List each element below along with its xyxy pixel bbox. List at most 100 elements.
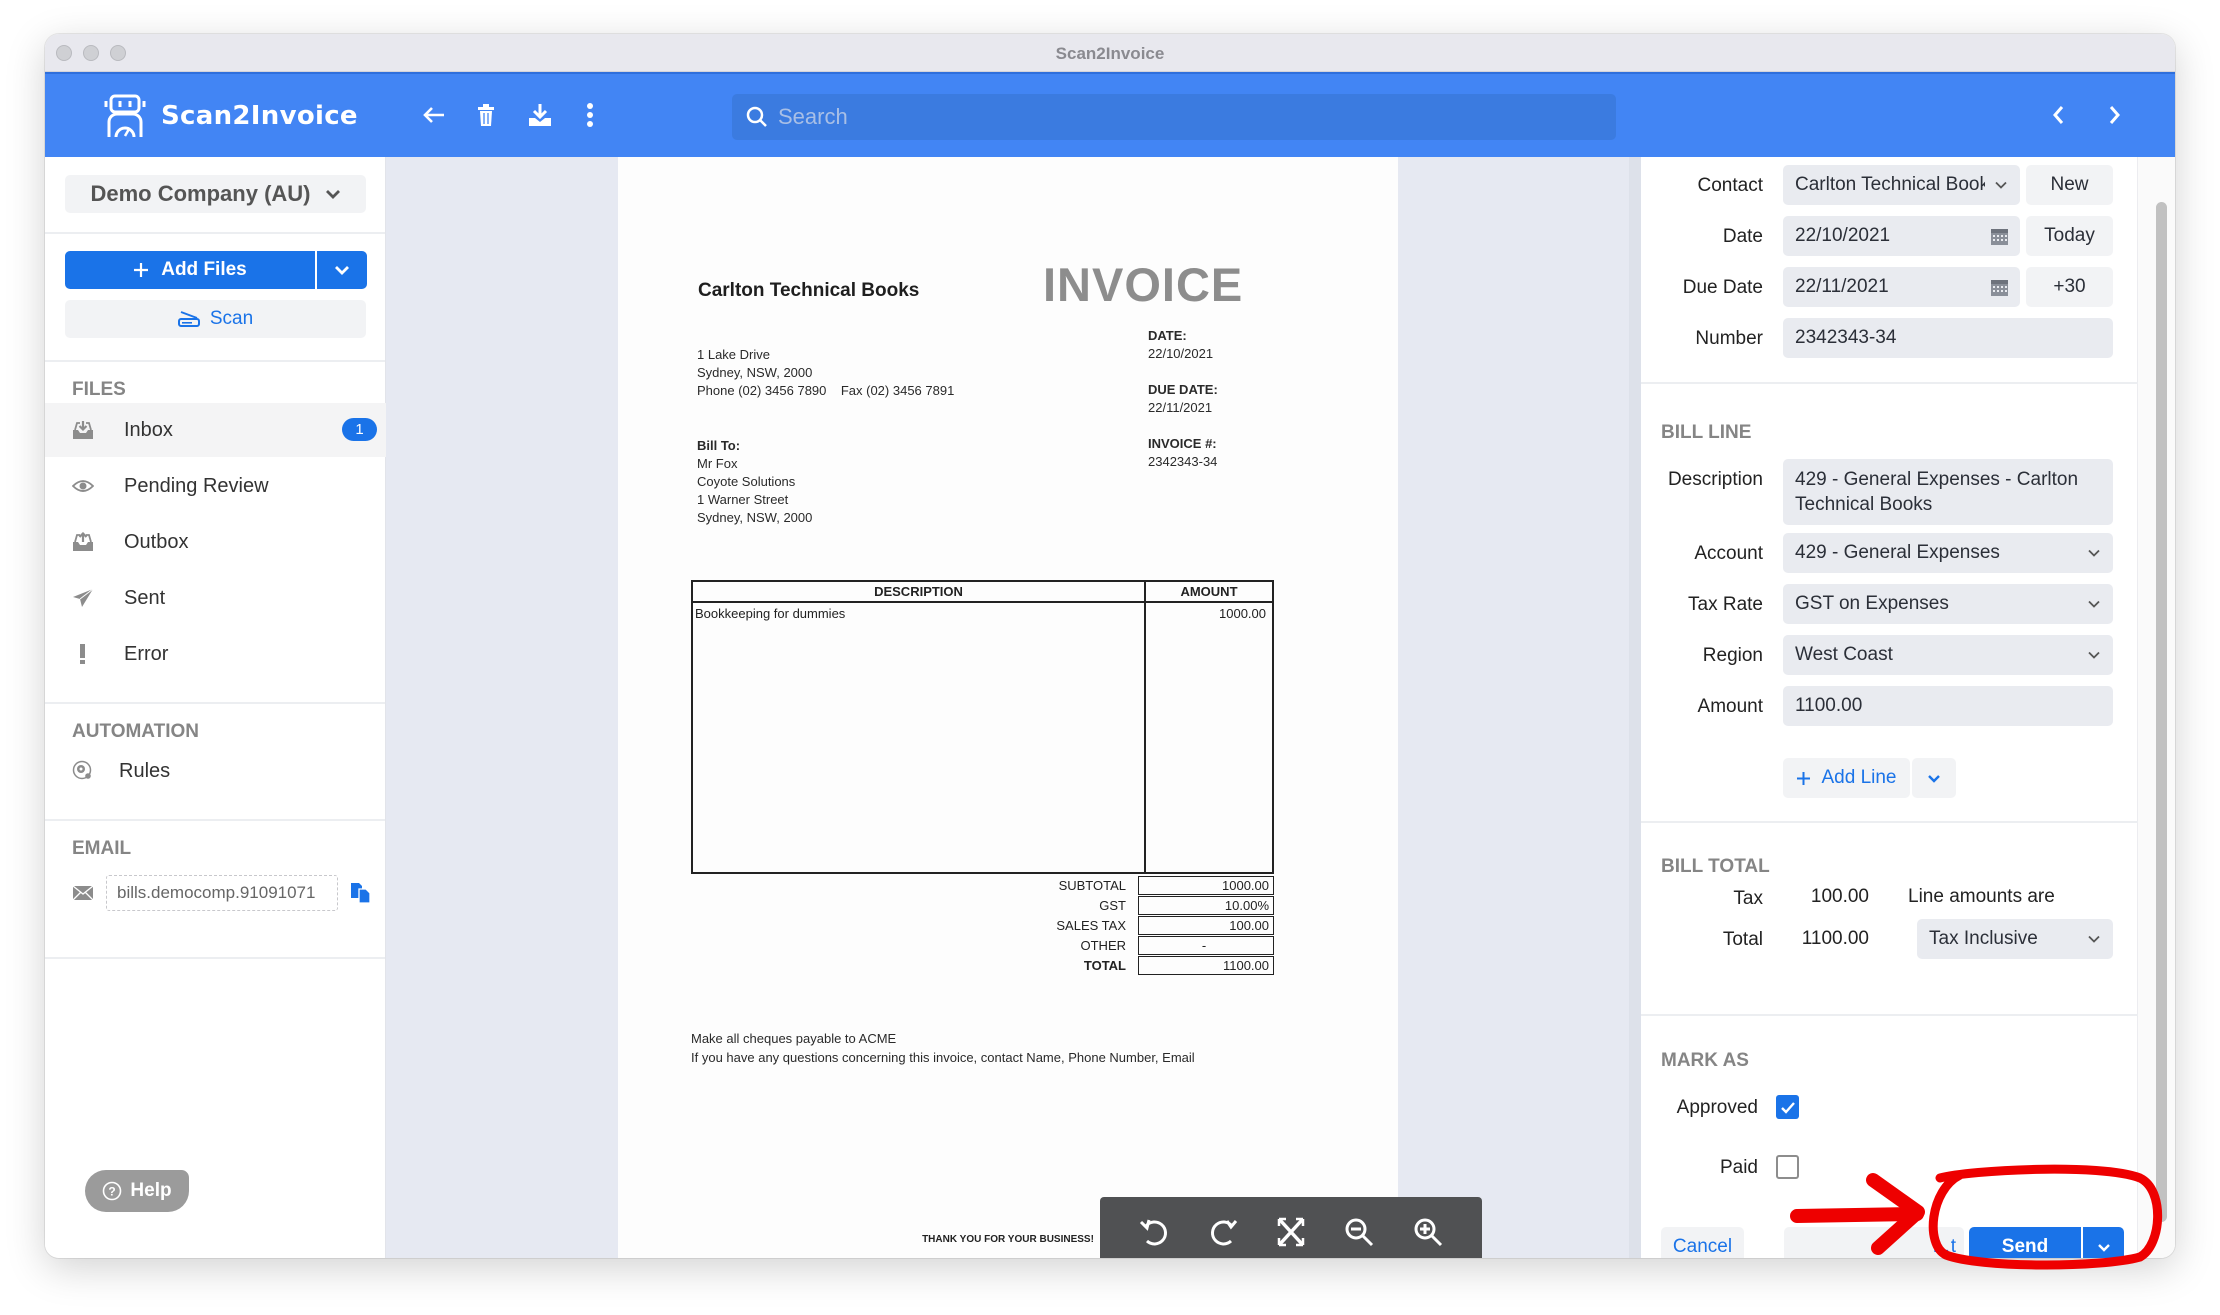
rotate-left-icon[interactable] bbox=[1134, 1212, 1174, 1252]
send-button[interactable]: Send bbox=[1969, 1227, 2081, 1258]
date-label: Date bbox=[1722, 226, 1763, 247]
doc-total-label: OTHER bbox=[1080, 937, 1127, 953]
search-bar[interactable] bbox=[732, 94, 1616, 140]
secondary-action-button[interactable]: …t bbox=[1784, 1227, 1964, 1258]
add-files-dropdown-button[interactable] bbox=[315, 251, 367, 289]
trash-icon[interactable] bbox=[471, 100, 501, 130]
date-value: 22/10/2021 bbox=[1795, 225, 1891, 246]
search-input[interactable] bbox=[778, 104, 1578, 130]
doc-note-line: If you have any questions concerning thi… bbox=[691, 1050, 1195, 1065]
email-section-title: EMAIL bbox=[72, 838, 132, 859]
doc-due-date-label: DUE DATE: bbox=[1148, 382, 1218, 397]
approved-label: Approved bbox=[1676, 1097, 1758, 1118]
due-date-input[interactable]: 22/11/2021 bbox=[1783, 267, 2020, 307]
sidebar-item-pending-review[interactable]: Pending Review bbox=[45, 459, 386, 513]
description-input[interactable]: 429 - General Expenses - Carlton Technic… bbox=[1783, 459, 2113, 525]
tax-rate-select[interactable]: GST on Expenses bbox=[1783, 584, 2113, 624]
sidebar-item-label: Sent bbox=[124, 586, 166, 609]
today-button[interactable]: Today bbox=[2026, 216, 2113, 256]
fit-expand-icon[interactable] bbox=[1271, 1212, 1311, 1252]
region-value: West Coast bbox=[1795, 644, 1893, 665]
divider bbox=[45, 819, 385, 821]
scan-label: Scan bbox=[209, 308, 254, 329]
chevron-down-icon bbox=[2088, 549, 2100, 557]
doc-header-description: DESCRIPTION bbox=[693, 582, 1146, 601]
cancel-button[interactable]: Cancel bbox=[1661, 1227, 1744, 1258]
company-name: Demo Company (AU) bbox=[90, 181, 311, 206]
zoom-out-icon[interactable] bbox=[1339, 1212, 1379, 1252]
send-split-button: Send bbox=[1969, 1227, 2124, 1258]
add-files-split-button: Add Files bbox=[65, 251, 367, 289]
doc-company-name: Carlton Technical Books bbox=[698, 280, 920, 301]
sidebar-item-sent[interactable]: Sent bbox=[45, 571, 386, 625]
chevron-right-icon[interactable] bbox=[2100, 100, 2130, 130]
sidebar-item-error[interactable]: Error bbox=[45, 627, 386, 681]
doc-line-description: Bookkeeping for dummies bbox=[693, 603, 1146, 872]
doc-bill-to: Bill To: Mr Fox Coyote Solutions 1 Warne… bbox=[697, 437, 812, 527]
scanner-icon bbox=[177, 311, 200, 327]
add-line-dropdown-button[interactable] bbox=[1912, 758, 1956, 798]
help-button[interactable]: ? Help bbox=[85, 1170, 189, 1212]
contact-select[interactable]: Carlton Technical Books bbox=[1783, 165, 2020, 205]
back-arrow-icon[interactable] bbox=[419, 100, 449, 130]
contact-value: Carlton Technical Books bbox=[1795, 174, 1985, 195]
region-select[interactable]: West Coast bbox=[1783, 635, 2113, 675]
app-header: Scan2Invoice bbox=[45, 72, 2175, 157]
calendar-icon[interactable] bbox=[1991, 227, 2008, 245]
zoom-in-icon[interactable] bbox=[1408, 1212, 1448, 1252]
sidebar-item-label: Inbox bbox=[124, 418, 173, 441]
add-files-button[interactable]: Add Files bbox=[65, 251, 315, 289]
checkmark-icon bbox=[1780, 1101, 1795, 1114]
approved-checkbox[interactable] bbox=[1776, 1095, 1799, 1119]
form-scrollbar[interactable] bbox=[2138, 157, 2175, 1258]
new-contact-button[interactable]: New bbox=[2026, 165, 2113, 205]
files-section-title: FILES bbox=[72, 379, 126, 400]
svg-text:?: ? bbox=[109, 1185, 116, 1199]
scan-button[interactable]: Scan bbox=[65, 300, 366, 338]
rotate-right-icon[interactable] bbox=[1203, 1212, 1243, 1252]
doc-bill-to-line: Sydney, NSW, 2000 bbox=[697, 510, 813, 525]
paid-checkbox[interactable] bbox=[1776, 1155, 1799, 1179]
doc-total-label: GST bbox=[1099, 897, 1126, 913]
more-vertical-icon[interactable] bbox=[575, 100, 605, 130]
download-icon[interactable] bbox=[525, 100, 555, 130]
email-address-field[interactable]: bills.democomp.91091071 bbox=[106, 875, 338, 911]
question-circle-icon: ? bbox=[103, 1181, 122, 1201]
add-line-label: Add Line bbox=[1821, 767, 1897, 788]
sidebar-item-label: Error bbox=[124, 642, 169, 665]
amount-input[interactable]: 1100.00 bbox=[1783, 686, 2113, 726]
calendar-icon[interactable] bbox=[1991, 278, 2008, 296]
chevron-left-icon[interactable] bbox=[2043, 100, 2073, 130]
send-dropdown-button[interactable] bbox=[2081, 1227, 2124, 1258]
doc-bill-to-line: 1 Warner Street bbox=[697, 492, 789, 507]
sidebar-item-outbox[interactable]: Outbox bbox=[45, 515, 386, 569]
copy-icon[interactable] bbox=[350, 882, 372, 904]
account-select[interactable]: 429 - General Expenses bbox=[1783, 533, 2113, 573]
account-value: 429 - General Expenses bbox=[1795, 542, 2000, 563]
app-window: Scan2Invoice Scan2Invoice Search Demo Co… bbox=[45, 34, 2175, 1258]
doc-total-label: TOTAL bbox=[1083, 957, 1126, 973]
sidebar-item-inbox[interactable]: Inbox 1 bbox=[45, 403, 386, 457]
doc-total-value: 1100.00 bbox=[1138, 955, 1274, 975]
chevron-down-icon bbox=[1928, 774, 1940, 783]
doc-date: 22/10/2021 bbox=[1148, 346, 1214, 361]
doc-table-row: Bookkeeping for dummies 1000.00 bbox=[691, 603, 1274, 874]
add-line-button[interactable]: Add Line bbox=[1783, 758, 1910, 798]
doc-bill-to-line: Coyote Solutions bbox=[697, 474, 796, 489]
viewer-toolbar bbox=[1100, 1197, 1482, 1258]
paid-label: Paid bbox=[1719, 1157, 1758, 1178]
date-input[interactable]: 22/10/2021 bbox=[1783, 216, 2020, 256]
chevron-down-icon bbox=[2088, 935, 2100, 943]
company-selector[interactable]: Demo Company (AU) bbox=[65, 175, 366, 213]
form-scrollbar-thumb[interactable] bbox=[2156, 202, 2167, 1222]
document-viewer[interactable]: Carlton Technical Books INVOICE 1 Lake D… bbox=[386, 157, 1983, 1258]
doc-total-label: SUBTOTAL bbox=[1058, 877, 1126, 893]
number-input[interactable]: 2342343-34 bbox=[1783, 318, 2113, 358]
doc-fax: Fax (02) 3456 7891 bbox=[840, 383, 955, 398]
line-amounts-select[interactable]: Tax Inclusive bbox=[1917, 919, 2113, 959]
search-icon bbox=[746, 106, 767, 127]
sidebar-item-rules[interactable]: Rules bbox=[45, 747, 386, 795]
window-title: Scan2Invoice bbox=[1055, 44, 1165, 63]
viewer-scrollbar[interactable] bbox=[1629, 157, 1641, 1258]
plus-30-days-button[interactable]: +30 bbox=[2026, 267, 2113, 307]
